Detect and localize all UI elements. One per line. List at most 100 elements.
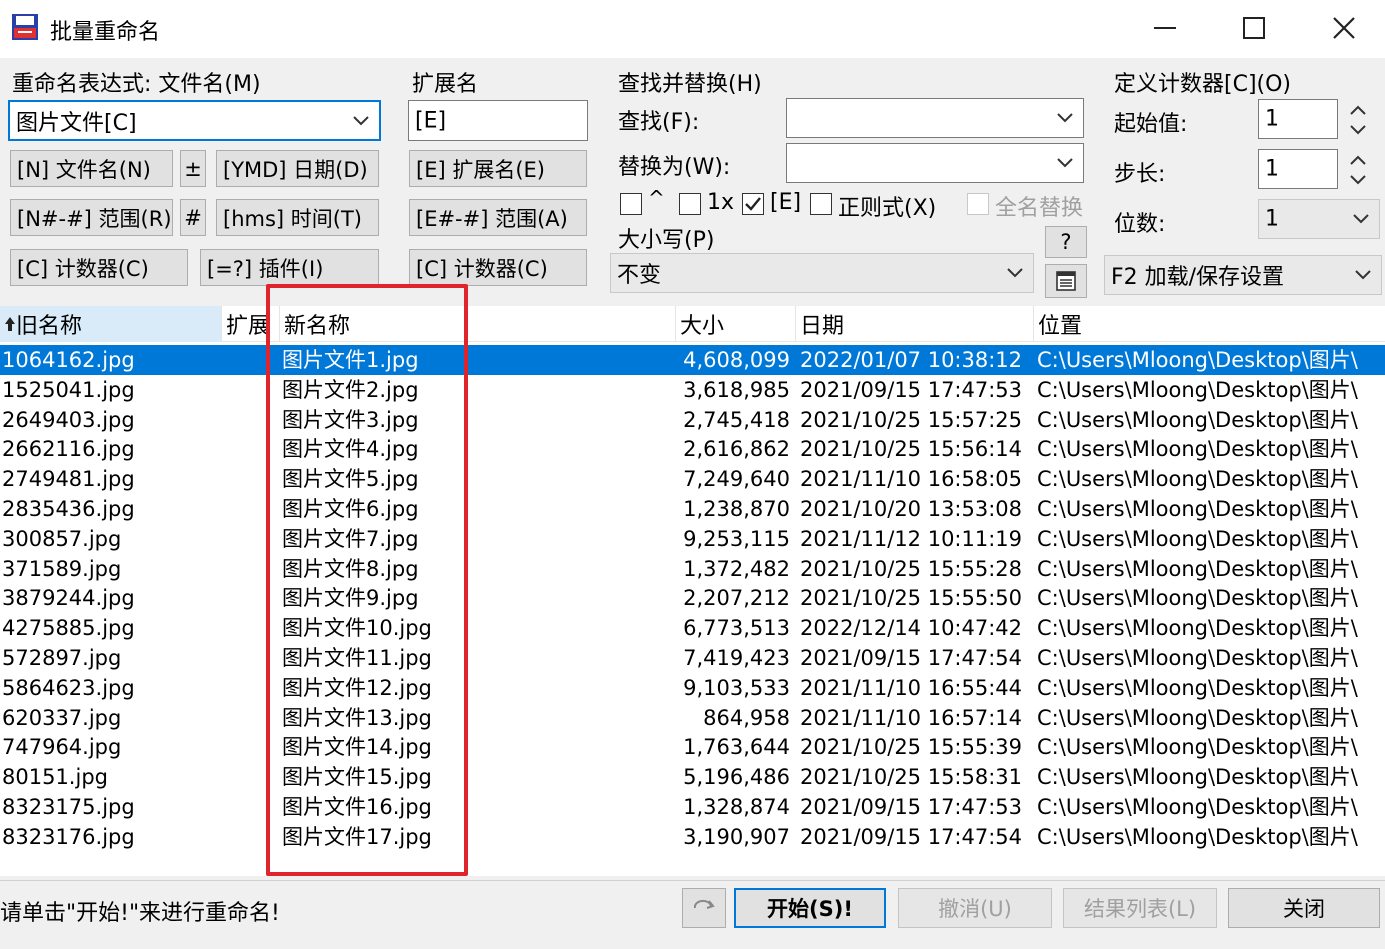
extension-input[interactable]: [E] (408, 100, 588, 141)
column-location[interactable]: 位置 (1034, 306, 1385, 342)
location-cell: C:\Users\Mloong\Desktop\图片\ (1037, 586, 1358, 611)
table-row[interactable]: 3879244.jpg 图片文件9.jpg 2,207,212 2021/10/… (0, 583, 1385, 613)
start-value-input[interactable]: 1 (1258, 99, 1338, 139)
size-cell: 6,773,513 (683, 616, 790, 641)
size-cell: 1,763,644 (683, 735, 790, 760)
replace-label: 替换为(W): (618, 155, 731, 180)
search-input[interactable] (786, 98, 1084, 138)
column-date[interactable]: 日期 (796, 306, 1034, 342)
old-name-cell: 2835436.jpg (2, 497, 135, 521)
insert-extension-button[interactable]: [E] 扩展名(E) (409, 150, 587, 187)
insert-name-range-button[interactable]: [N#-#] 范围(R) (10, 199, 173, 236)
start-button[interactable]: 开始(S)! (734, 888, 886, 928)
file-list[interactable]: 旧名称 扩展 新名称 大小 日期 位置 1064162.jpg 图片文件1.jp… (0, 306, 1385, 876)
list-header: 旧名称 扩展 新名称 大小 日期 位置 (0, 306, 1385, 342)
result-list-button[interactable]: 结果列表(L) (1063, 888, 1217, 928)
location-cell: C:\Users\Mloong\Desktop\图片\ (1037, 616, 1358, 641)
step-label: 步长: (1114, 162, 1166, 187)
edit-list-button[interactable] (1045, 264, 1087, 298)
insert-counter-button[interactable]: [C] 计数器(C) (10, 249, 188, 286)
insert-plugin-button[interactable]: [=?] 插件(I) (200, 249, 379, 286)
column-extension[interactable]: 扩展 (222, 306, 280, 342)
size-cell: 9,253,115 (683, 526, 790, 551)
table-row[interactable]: 300857.jpg 图片文件7.jpg 9,253,115 2021/11/1… (0, 524, 1385, 554)
minimize-button[interactable] (1135, 6, 1195, 50)
regex-checkbox[interactable] (810, 193, 832, 215)
hash-button[interactable]: # (180, 199, 206, 236)
table-row[interactable]: 1064162.jpg 图片文件1.jpg 4,608,099 2022/01/… (0, 345, 1385, 375)
old-name-cell: 300857.jpg (2, 526, 122, 551)
new-name-cell: 图片文件3.jpg (282, 407, 419, 432)
digits-label: 位数: (1114, 212, 1166, 237)
step-input[interactable]: 1 (1258, 149, 1338, 189)
replace-input[interactable] (786, 143, 1084, 183)
new-name-cell: 图片文件12.jpg (282, 675, 432, 700)
location-cell: C:\Users\Mloong\Desktop\图片\ (1037, 437, 1358, 462)
maximize-button[interactable] (1224, 6, 1284, 50)
rename-mask-input[interactable]: 图片文件[C] (8, 100, 381, 141)
undo-button[interactable]: 撤消(U) (898, 888, 1052, 928)
location-cell: C:\Users\Mloong\Desktop\图片\ (1037, 556, 1358, 581)
table-row[interactable]: 2662116.jpg 图片文件4.jpg 2,616,862 2021/10/… (0, 434, 1385, 464)
help-button[interactable]: ? (1045, 226, 1087, 258)
column-size[interactable]: 大小 (676, 306, 796, 342)
search-label: 查找(F): (618, 110, 700, 135)
case-select[interactable]: 不变 (610, 253, 1034, 293)
table-row[interactable]: 1525041.jpg 图片文件2.jpg 3,618,985 2021/09/… (0, 375, 1385, 405)
table-row[interactable]: 8323175.jpg 图片文件16.jpg 1,328,874 2021/09… (0, 792, 1385, 822)
insert-extension-counter-button[interactable]: [C] 计数器(C) (409, 249, 587, 286)
extension-label: 扩展名 (412, 72, 479, 97)
case-value: 不变 (617, 263, 662, 288)
close-window-button[interactable] (1314, 6, 1374, 50)
settings-select[interactable]: F2 加载/保存设置 (1104, 255, 1382, 295)
table-row[interactable]: 572897.jpg 图片文件11.jpg 7,419,423 2021/09/… (0, 643, 1385, 673)
size-cell: 5,196,486 (683, 765, 790, 790)
table-row[interactable]: 80151.jpg 图片文件15.jpg 5,196,486 2021/10/2… (0, 762, 1385, 792)
plusminus-button[interactable]: ± (180, 150, 206, 187)
digits-select[interactable]: 1 (1258, 199, 1380, 239)
table-row[interactable]: 4275885.jpg 图片文件10.jpg 6,773,513 2022/12… (0, 613, 1385, 643)
extension-checkbox[interactable] (742, 193, 764, 215)
old-name-cell: 2649403.jpg (2, 407, 135, 432)
table-row[interactable]: 371589.jpg 图片文件8.jpg 1,372,482 2021/10/2… (0, 554, 1385, 584)
table-row[interactable]: 747964.jpg 图片文件14.jpg 1,763,644 2021/10/… (0, 732, 1385, 762)
column-old-name[interactable]: 旧名称 (0, 306, 222, 342)
insert-name-button[interactable]: [N] 文件名(N) (10, 150, 173, 187)
column-new-name-label: 新名称 (284, 314, 351, 339)
location-cell: C:\Users\Mloong\Desktop\图片\ (1037, 824, 1358, 849)
size-cell: 4,608,099 (683, 348, 790, 372)
insert-date-button[interactable]: [YMD] 日期(D) (216, 150, 379, 187)
caret-checkbox[interactable] (620, 193, 642, 215)
chevron-down-icon (1057, 113, 1073, 123)
table-row[interactable]: 2749481.jpg 图片文件5.jpg 7,249,640 2021/11/… (0, 464, 1385, 494)
new-name-cell: 图片文件1.jpg (282, 348, 419, 372)
location-cell: C:\Users\Mloong\Desktop\图片\ (1037, 765, 1358, 790)
size-cell: 3,190,907 (683, 824, 790, 849)
old-name-cell: 747964.jpg (2, 735, 122, 760)
new-name-cell: 图片文件6.jpg (282, 497, 419, 521)
size-cell: 7,419,423 (683, 646, 790, 670)
insert-time-button[interactable]: [hms] 时间(T) (216, 199, 379, 236)
refresh-button[interactable] (682, 888, 726, 928)
column-location-label: 位置 (1038, 314, 1083, 339)
table-row[interactable]: 620337.jpg 图片文件13.jpg 864,958 2021/11/10… (0, 703, 1385, 733)
date-cell: 2022/12/14 10:47:42 (800, 616, 1023, 641)
close-button[interactable]: 关闭 (1228, 888, 1380, 928)
location-cell: C:\Users\Mloong\Desktop\图片\ (1037, 467, 1358, 492)
status-message: 请单击"开始!"来进行重命名! (0, 901, 280, 926)
start-spinner-icon[interactable] (1346, 100, 1370, 140)
column-new-name[interactable]: 新名称 (280, 306, 676, 342)
close-icon (1333, 17, 1355, 39)
new-name-cell: 图片文件10.jpg (282, 616, 432, 641)
replace-all-checkbox[interactable] (967, 193, 989, 215)
location-cell: C:\Users\Mloong\Desktop\图片\ (1037, 646, 1358, 670)
table-row[interactable]: 2649403.jpg 图片文件3.jpg 2,745,418 2021/10/… (0, 405, 1385, 435)
step-spinner-icon[interactable] (1346, 150, 1370, 190)
table-row[interactable]: 5864623.jpg 图片文件12.jpg 9,103,533 2021/11… (0, 673, 1385, 703)
insert-extension-range-button[interactable]: [E#-#] 范围(A) (409, 199, 587, 236)
date-cell: 2021/10/25 15:57:25 (800, 407, 1023, 432)
once-checkbox[interactable] (679, 193, 701, 215)
table-row[interactable]: 8323176.jpg 图片文件17.jpg 3,190,907 2021/09… (0, 822, 1385, 852)
table-row[interactable]: 2835436.jpg 图片文件6.jpg 1,238,870 2021/10/… (0, 494, 1385, 524)
old-name-cell: 1064162.jpg (2, 348, 135, 372)
